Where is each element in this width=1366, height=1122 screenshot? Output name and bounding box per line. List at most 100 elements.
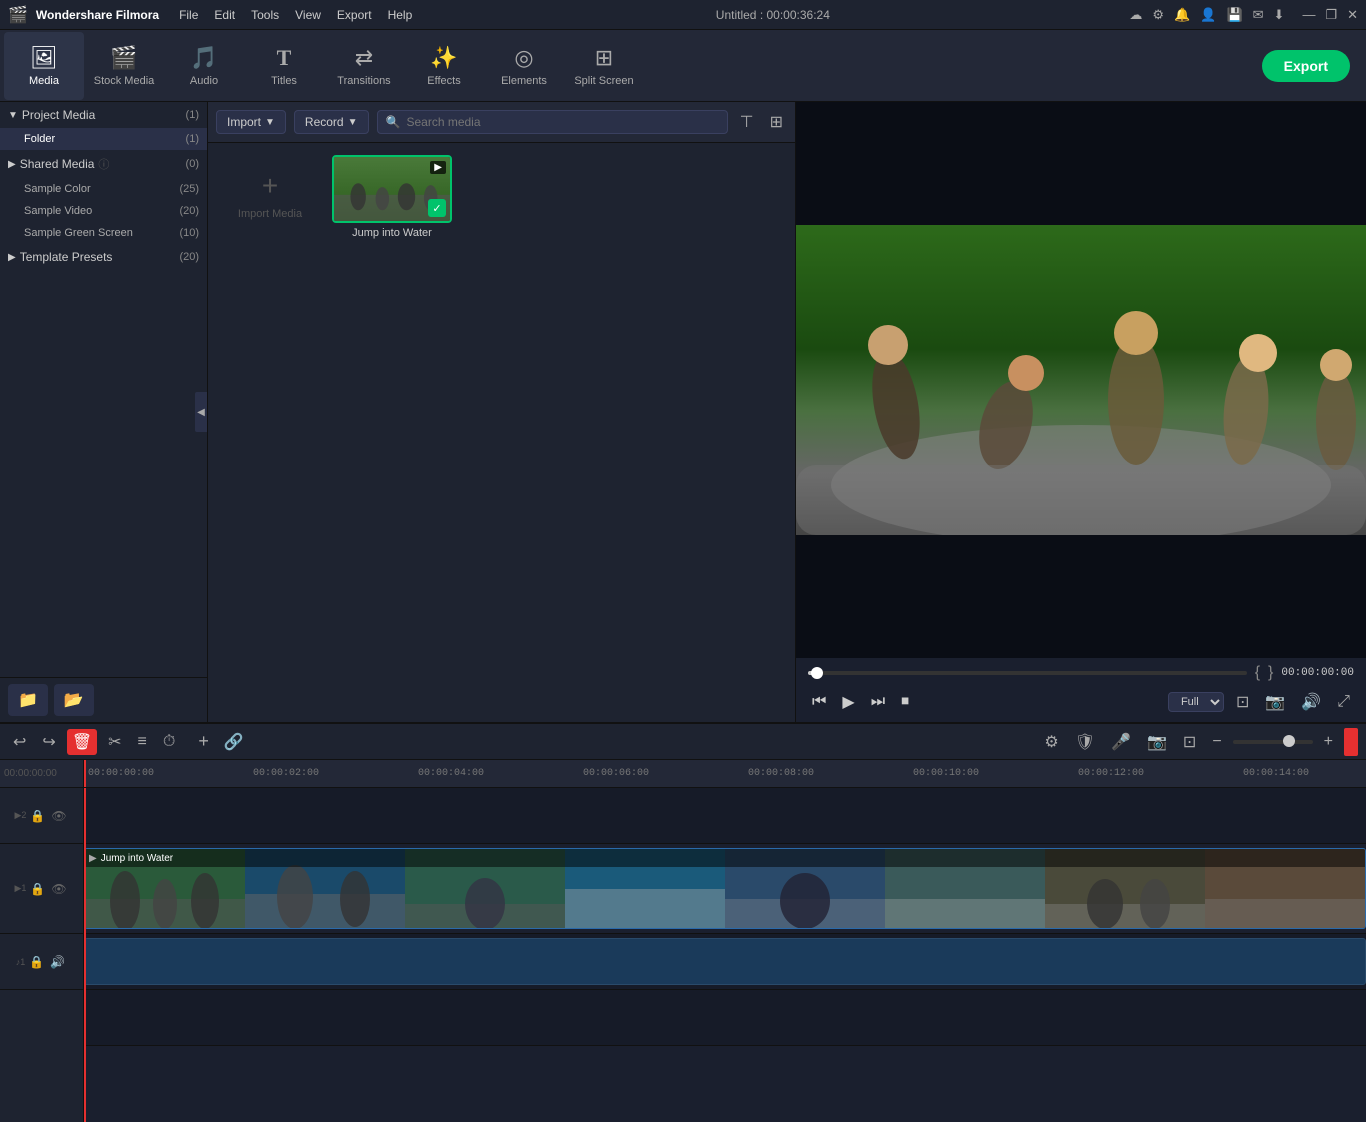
- zoom-in-btn[interactable]: +: [1319, 730, 1338, 754]
- menu-view[interactable]: View: [291, 8, 325, 22]
- track-2-controls: ▶2 🔒 👁: [14, 807, 68, 825]
- clip-header: ▶ Jump into Water: [85, 849, 1365, 867]
- media-content: + Import Media: [208, 143, 795, 722]
- search-input[interactable]: [406, 115, 718, 129]
- timeline-ruler[interactable]: 00:00:00:00 00:00:02:00 00:00:04:00 00:0…: [84, 760, 1366, 788]
- timeline-snapshot-btn[interactable]: 📷: [1142, 729, 1172, 755]
- pip-btn[interactable]: ⊡: [1178, 729, 1201, 755]
- user-icon[interactable]: 👤: [1200, 7, 1216, 23]
- minimize-btn[interactable]: —: [1302, 7, 1315, 22]
- playhead-indicator[interactable]: [1344, 728, 1358, 756]
- collapse-panel-btn[interactable]: ◀: [195, 392, 207, 432]
- audio-lock-icon[interactable]: 🔒: [27, 953, 46, 971]
- ruler-mark-4: 00:00:04:00: [418, 768, 583, 779]
- download-icon[interactable]: ⬇: [1274, 7, 1285, 23]
- toolbar-elements[interactable]: ◎ Elements: [484, 32, 564, 100]
- export-button[interactable]: Export: [1262, 50, 1350, 82]
- menu-help[interactable]: Help: [384, 8, 417, 22]
- toolbar-stock-media-label: Stock Media: [94, 75, 155, 87]
- menu-file[interactable]: File: [175, 8, 202, 22]
- left-panel-item-sample-green-screen[interactable]: Sample Green Screen (10): [0, 222, 207, 244]
- left-panel-item-sample-color[interactable]: Sample Color (25): [0, 178, 207, 200]
- video-clip-jump-into-water[interactable]: ▶ Jump into Water: [84, 848, 1366, 929]
- track-2-lock-icon[interactable]: 🔒: [28, 807, 47, 825]
- zoom-handle[interactable]: [1283, 735, 1295, 747]
- add-track-btn[interactable]: +: [192, 729, 215, 754]
- record-button[interactable]: Record ▼: [294, 110, 369, 134]
- ruler-mark-10: 00:00:10:00: [913, 768, 1078, 779]
- toolbar-media[interactable]: 🖼 Media: [4, 32, 84, 100]
- track-2-eye-icon[interactable]: 👁: [49, 807, 68, 825]
- left-panel-item-folder[interactable]: Folder (1): [0, 128, 207, 150]
- audio-split-btn[interactable]: ≡: [133, 730, 152, 754]
- effects-icon: ✨: [430, 45, 457, 71]
- section-shared-media-count: (0): [186, 158, 199, 170]
- volume-btn[interactable]: 🔊: [1297, 688, 1325, 716]
- audio-clip[interactable]: [84, 938, 1366, 985]
- delete-btn[interactable]: 🗑: [67, 729, 97, 755]
- menu-edit[interactable]: Edit: [210, 8, 239, 22]
- menu-export[interactable]: Export: [333, 8, 376, 22]
- link-btn[interactable]: 🔗: [219, 729, 249, 755]
- cloud-icon[interactable]: ☁: [1129, 7, 1142, 23]
- section-shared-media[interactable]: ▶ Shared Media ⓘ (0): [0, 150, 207, 178]
- quality-select[interactable]: Full 1/2 1/4: [1168, 692, 1224, 712]
- toolbar-split-screen[interactable]: ⊞ Split Screen: [564, 32, 644, 100]
- prev-frame-btn[interactable]: ⏮: [808, 689, 830, 715]
- media-item-jump-into-water[interactable]: ▶ ✓ Jump into Water: [332, 155, 452, 239]
- sample-video-count: (20): [179, 205, 199, 217]
- view-toggle-icon[interactable]: ⊞: [766, 108, 787, 136]
- play-btn[interactable]: ▶: [838, 688, 858, 716]
- toolbar-effects[interactable]: ✨ Effects: [404, 32, 484, 100]
- progress-handle[interactable]: [811, 667, 823, 679]
- audio-track-1[interactable]: [84, 934, 1366, 990]
- crop-speed-btn[interactable]: ⏱: [158, 730, 180, 754]
- video-track-1[interactable]: ▶ Jump into Water: [84, 844, 1366, 934]
- import-folder-btn[interactable]: 📂: [54, 684, 94, 716]
- toolbar-audio-label: Audio: [190, 75, 218, 87]
- menu-tools[interactable]: Tools: [247, 8, 283, 22]
- undo-btn[interactable]: ↩: [8, 729, 31, 755]
- settings-icon[interactable]: ⚙: [1152, 7, 1164, 23]
- cut-btn[interactable]: ✂: [103, 729, 126, 755]
- section-project-media[interactable]: ▼ Project Media (1): [0, 102, 207, 128]
- section-template-presets[interactable]: ▶ Template Presets (20): [0, 244, 207, 270]
- screen-fit-btn[interactable]: ⊡: [1232, 688, 1253, 716]
- new-folder-btn[interactable]: 📁: [8, 684, 48, 716]
- next-frame-btn[interactable]: ⏭: [867, 689, 889, 715]
- zoom-out-btn[interactable]: −: [1207, 730, 1226, 754]
- snapshot-btn[interactable]: 📷: [1261, 688, 1289, 716]
- time-total: 00:00:00:00: [1281, 667, 1354, 679]
- empty-track-2[interactable]: [84, 788, 1366, 844]
- elements-icon: ◎: [514, 45, 533, 71]
- track-1-lock-icon[interactable]: 🔒: [28, 880, 47, 898]
- progress-bar[interactable]: [808, 671, 1247, 675]
- track-1-eye-icon[interactable]: 👁: [49, 880, 68, 898]
- stop-btn[interactable]: ⏹: [897, 689, 913, 715]
- left-panel-item-sample-video[interactable]: Sample Video (20): [0, 200, 207, 222]
- save-icon[interactable]: 💾: [1226, 7, 1242, 23]
- voiceover-btn[interactable]: 🎤: [1106, 729, 1136, 755]
- zoom-slider[interactable]: [1233, 740, 1313, 744]
- redo-btn[interactable]: ↪: [37, 729, 60, 755]
- toolbar-titles[interactable]: T Titles: [244, 32, 324, 100]
- clip-protect-btn[interactable]: 🛡: [1070, 729, 1100, 755]
- close-btn[interactable]: ✕: [1347, 7, 1358, 23]
- toolbar-transitions[interactable]: ⇄ Transitions: [324, 32, 404, 100]
- toolbar-audio[interactable]: 🎵 Audio: [164, 32, 244, 100]
- toolbar-elements-label: Elements: [501, 75, 547, 87]
- bell-icon[interactable]: 🔔: [1174, 7, 1190, 23]
- media-toolbar: Import ▼ Record ▼ 🔍 ⊤ ⊞: [208, 102, 795, 143]
- render-btn[interactable]: ⚙: [1039, 729, 1063, 755]
- fullscreen-btn[interactable]: ⤢: [1333, 689, 1354, 715]
- toolbar-stock-media[interactable]: 🎬 Stock Media: [84, 32, 164, 100]
- message-icon[interactable]: ✉: [1253, 7, 1264, 23]
- toolbar-split-screen-label: Split Screen: [574, 75, 633, 87]
- maximize-btn[interactable]: ❐: [1325, 7, 1337, 23]
- audio-volume-icon[interactable]: 🔊: [48, 953, 67, 971]
- search-box[interactable]: 🔍: [377, 110, 728, 134]
- filter-icon[interactable]: ⊤: [736, 108, 758, 136]
- import-button[interactable]: Import ▼: [216, 110, 286, 134]
- import-media-placeholder[interactable]: + Import Media: [220, 155, 320, 235]
- plus-icon: +: [262, 170, 278, 202]
